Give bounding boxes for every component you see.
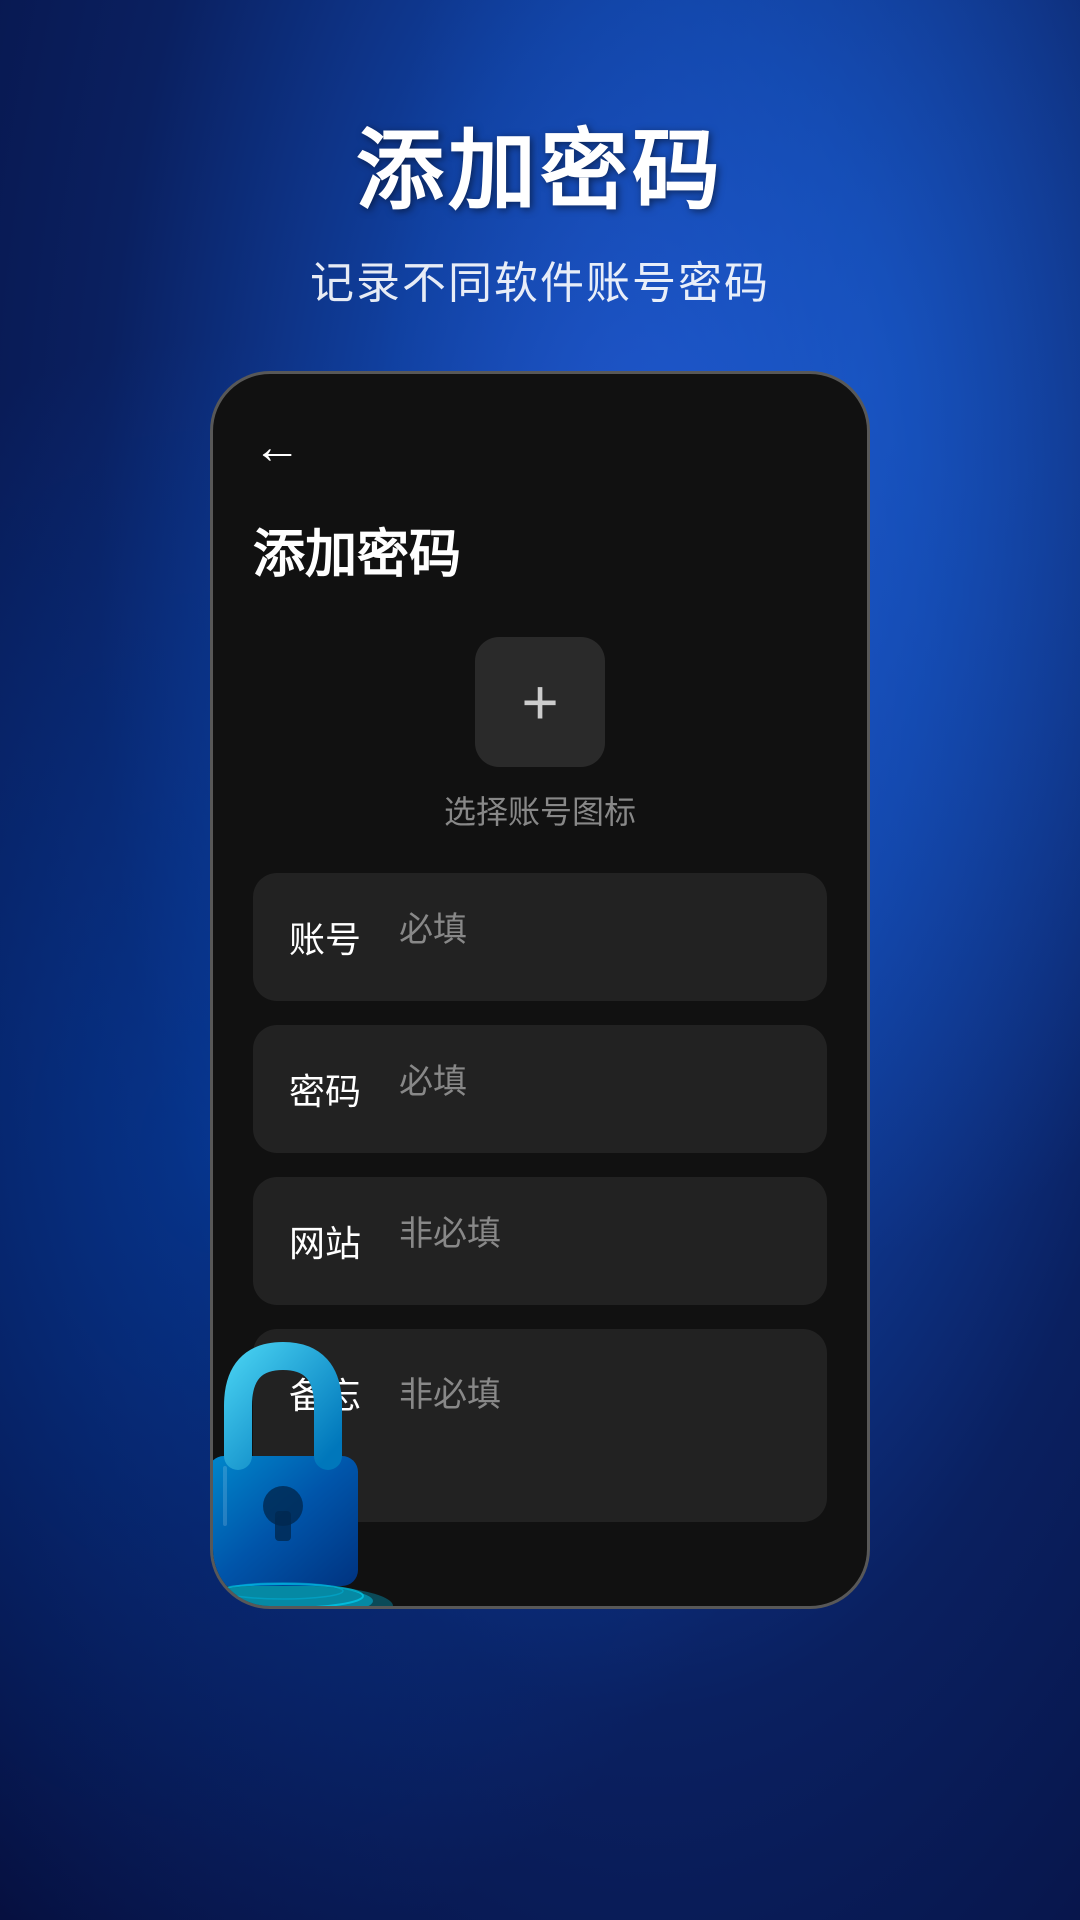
- page-title: 添加密码: [253, 512, 827, 587]
- icon-upload-button[interactable]: +: [475, 637, 605, 767]
- plus-icon: +: [521, 670, 558, 734]
- hero-section: 添加密码 记录不同软件账号密码: [0, 0, 1080, 371]
- hero-title: 添加密码: [0, 100, 1080, 227]
- password-label: 密码: [289, 1063, 369, 1115]
- icon-upload-label: 选择账号图标: [444, 787, 636, 833]
- icon-upload-area: + 选择账号图标: [253, 637, 827, 833]
- phone-frame: ← 添加密码 + 选择账号图标 账号 密码 网站: [210, 371, 870, 1609]
- back-button[interactable]: ←: [253, 424, 827, 472]
- password-input[interactable]: [399, 1063, 842, 1102]
- account-label: 账号: [289, 911, 369, 963]
- notes-input[interactable]: [399, 1367, 791, 1484]
- website-label: 网站: [289, 1215, 369, 1267]
- lock-decoration: [210, 1296, 413, 1609]
- website-input[interactable]: [399, 1215, 842, 1254]
- website-field-row: 网站: [253, 1177, 827, 1305]
- account-input[interactable]: [399, 911, 842, 950]
- hero-subtitle: 记录不同软件账号密码: [0, 247, 1080, 311]
- back-arrow-icon: ←: [253, 424, 301, 472]
- account-field-row: 账号: [253, 873, 827, 1001]
- password-field-row: 密码: [253, 1025, 827, 1153]
